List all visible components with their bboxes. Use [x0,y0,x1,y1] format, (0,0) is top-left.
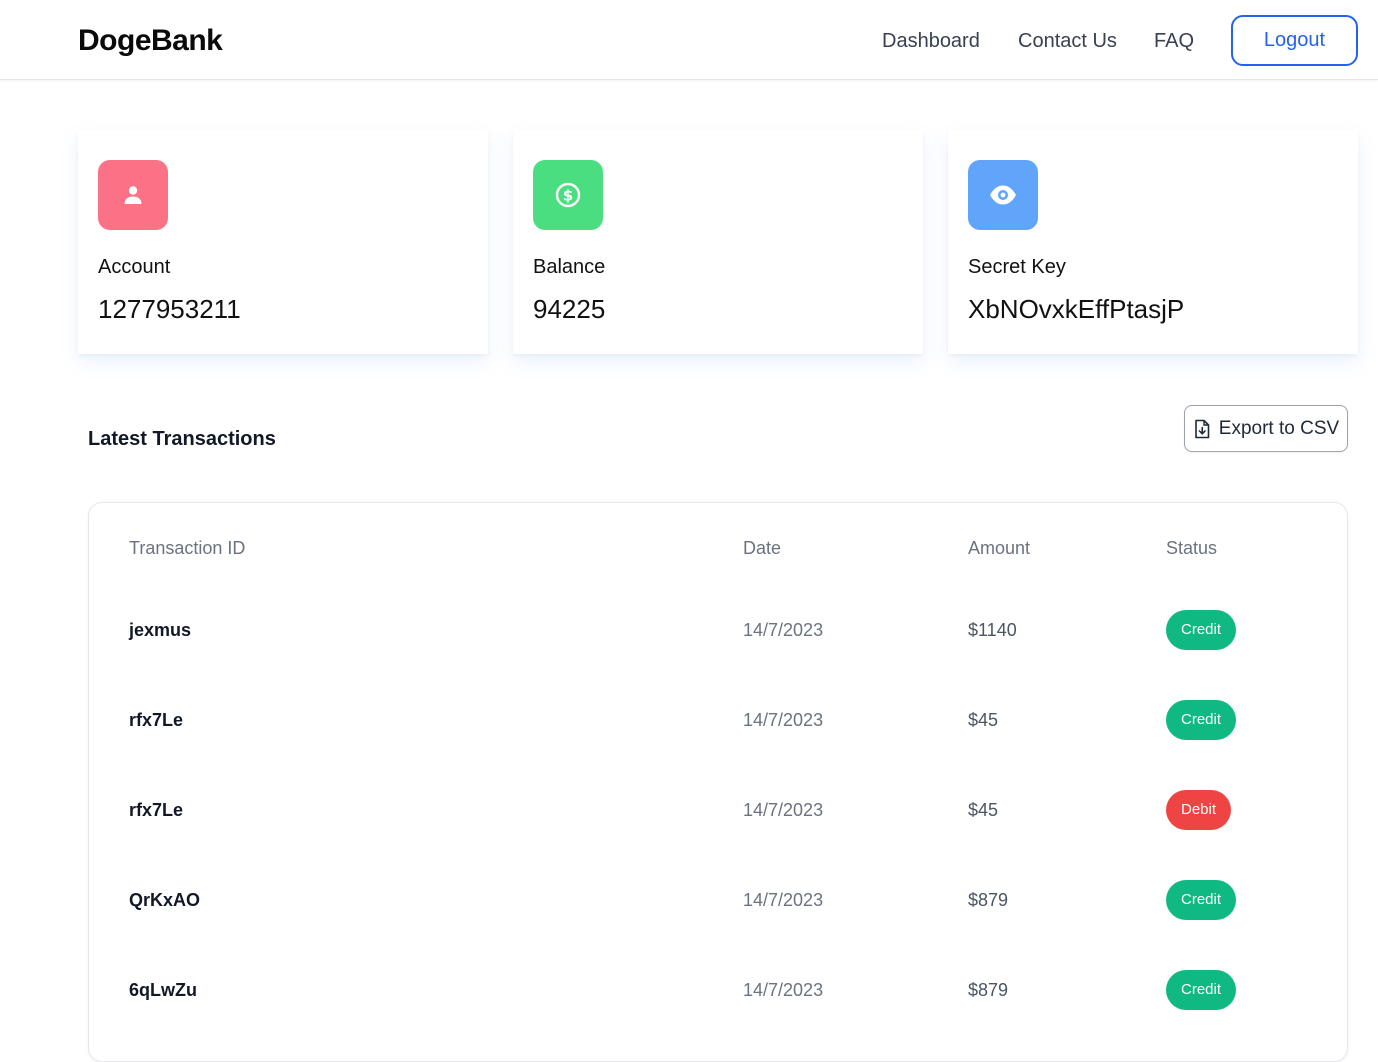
brand-logo[interactable]: DogeBank [78,24,223,58]
transaction-date: 14/7/2023 [743,889,824,910]
dollar-icon: $ [555,182,581,208]
balance-icon-tile: $ [533,160,603,230]
latest-transactions-title: Latest Transactions [88,428,276,450]
logout-button[interactable]: Logout [1231,15,1358,66]
export-csv-button[interactable]: Export to CSV [1184,405,1348,452]
status-badge: Credit [1166,700,1237,740]
nav-link-dashboard[interactable]: Dashboard [882,30,980,53]
transaction-amount: $45 [968,799,999,820]
user-icon [124,186,142,204]
table-row: rfx7Le 14/7/2023 $45 Credit [89,675,1347,765]
secret-key-icon-tile[interactable] [968,160,1038,230]
account-icon-tile [98,160,168,230]
column-header-amount: Amount [968,538,1031,558]
transaction-id: 6qLwZu [129,979,197,1000]
transaction-date: 14/7/2023 [743,709,824,730]
secret-key-value: XbNOvxkEffPtasjP [968,294,1185,324]
status-badge: Credit [1166,880,1237,920]
transaction-id: jexmus [129,619,192,640]
transaction-date: 14/7/2023 [743,799,824,820]
transactions-table: Transaction ID Date Amount Status jexmus… [88,502,1348,1062]
top-navbar: DogeBank Dashboard Contact Us FAQ Logout [0,0,1378,80]
balance-card: $ Balance 94225 [513,130,923,354]
transaction-amount: $879 [968,889,1009,910]
svg-text:$: $ [563,187,573,205]
transaction-id: rfx7Le [129,709,184,730]
transaction-id: rfx7Le [129,799,184,820]
secret-key-label: Secret Key [968,256,1066,278]
table-row: rfx7Le 14/7/2023 $45 Debit [89,765,1347,855]
transaction-date: 14/7/2023 [743,619,824,640]
transaction-id: QrKxAO [129,889,201,910]
file-download-icon [1194,419,1210,438]
secret-key-card: Secret Key XbNOvxkEffPtasjP [948,130,1358,354]
account-card: Account 1277953211 [78,130,488,354]
nav-link-faq[interactable]: FAQ [1154,30,1194,53]
status-badge: Credit [1166,970,1237,1010]
account-number: 1277953211 [98,294,241,324]
column-header-transaction-id: Transaction ID [129,538,246,558]
status-badge: Debit [1166,790,1232,830]
transaction-date: 14/7/2023 [743,979,824,1000]
status-badge: Credit [1166,610,1237,650]
transaction-amount: $879 [968,979,1009,1000]
eye-icon [990,185,1016,205]
account-label: Account [98,256,171,278]
export-csv-label: Export to CSV [1218,417,1340,439]
nav-link-contact-us[interactable]: Contact Us [1018,30,1117,53]
transaction-amount: $45 [968,709,999,730]
balance-value: 94225 [533,294,606,324]
balance-label: Balance [533,256,606,278]
table-row: 6qLwZu 14/7/2023 $879 Credit [89,945,1347,1035]
table-row: QrKxAO 14/7/2023 $879 Credit [89,855,1347,945]
table-row: jexmus 14/7/2023 $1140 Credit [89,585,1347,675]
column-header-status: Status [1166,538,1218,558]
transaction-amount: $1140 [968,619,1017,640]
column-header-date: Date [743,538,782,558]
